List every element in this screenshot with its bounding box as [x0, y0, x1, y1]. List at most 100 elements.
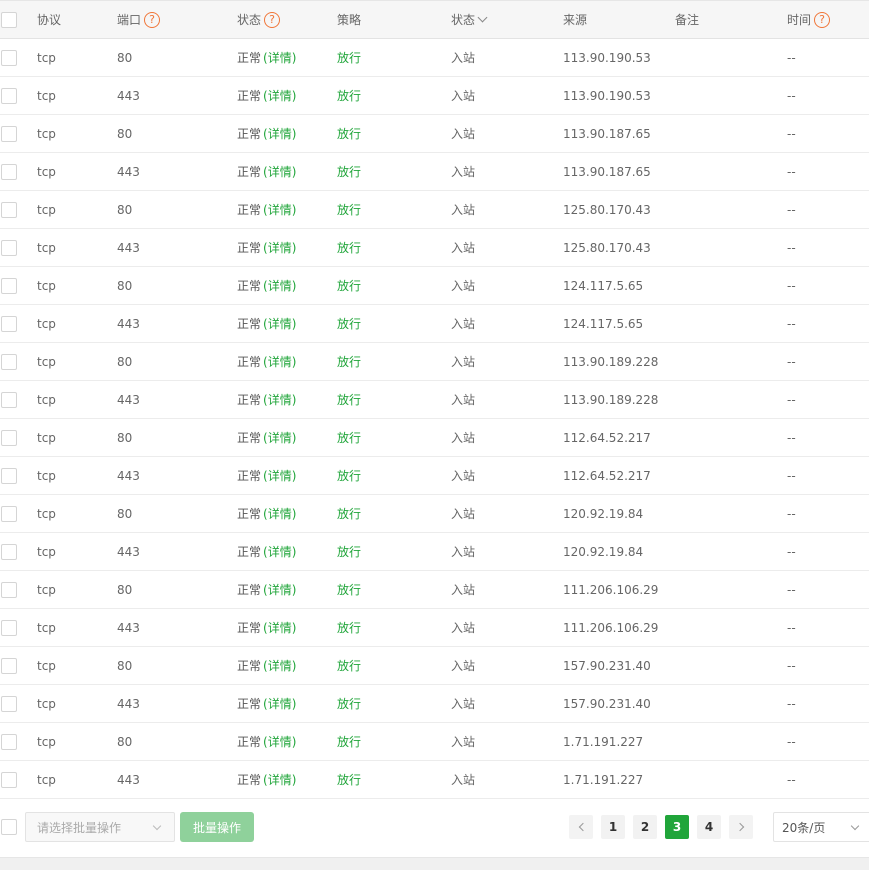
detail-link[interactable]: (详情)	[263, 391, 296, 408]
row-select[interactable]	[1, 647, 17, 684]
row-port: 80	[117, 582, 133, 597]
detail-link[interactable]: (详情)	[263, 315, 296, 332]
detail-link[interactable]: (详情)	[263, 619, 296, 636]
row-checkbox[interactable]	[1, 581, 17, 598]
row-select[interactable]	[1, 39, 17, 76]
row-select[interactable]	[1, 191, 17, 228]
row-checkbox[interactable]	[1, 771, 17, 788]
row-select[interactable]	[1, 685, 17, 722]
row-checkbox[interactable]	[1, 353, 17, 370]
status-text: 正常	[237, 431, 262, 445]
row-select[interactable]	[1, 609, 17, 646]
header-status: 状态?	[237, 1, 281, 38]
header-policy: 策略	[337, 13, 362, 27]
footer-select-checkbox[interactable]	[1, 819, 17, 835]
row-checkbox[interactable]	[1, 163, 17, 180]
row-checkbox[interactable]	[1, 49, 17, 66]
detail-link[interactable]: (详情)	[263, 87, 296, 104]
row-protocol: tcp	[37, 316, 56, 331]
row-policy: 放行	[337, 545, 362, 559]
row-select[interactable]	[1, 153, 17, 190]
row-select[interactable]	[1, 343, 17, 380]
detail-link[interactable]: (详情)	[263, 163, 296, 180]
row-select[interactable]	[1, 77, 17, 114]
detail-link[interactable]: (详情)	[263, 543, 296, 560]
detail-link[interactable]: (详情)	[263, 429, 296, 446]
row-policy: 放行	[337, 621, 362, 635]
row-direction: 入站	[451, 583, 476, 597]
select-all-checkbox[interactable]	[1, 11, 17, 28]
row-checkbox[interactable]	[1, 391, 17, 408]
row-checkbox[interactable]	[1, 277, 17, 294]
header-select-all[interactable]	[1, 1, 17, 38]
question-circle-icon[interactable]: ?	[264, 11, 281, 28]
row-checkbox[interactable]	[1, 315, 17, 332]
chevron-left-icon	[578, 822, 587, 832]
table-row: tcp 443 正常 (详情) 放行 入站 124.117.5.65 --	[0, 305, 869, 343]
page-size-value: 20条/页	[782, 820, 826, 835]
row-port: 443	[117, 240, 140, 255]
detail-link[interactable]: (详情)	[263, 657, 296, 674]
question-circle-icon[interactable]: ?	[814, 11, 831, 28]
row-select[interactable]	[1, 533, 17, 570]
row-checkbox[interactable]	[1, 239, 17, 256]
question-circle-icon[interactable]: ?	[144, 11, 161, 28]
row-select[interactable]	[1, 495, 17, 532]
batch-operation-button[interactable]: 批量操作	[180, 812, 254, 842]
row-checkbox[interactable]	[1, 467, 17, 484]
detail-link[interactable]: (详情)	[263, 733, 296, 750]
row-select[interactable]	[1, 267, 17, 304]
row-select[interactable]	[1, 723, 17, 760]
row-checkbox[interactable]	[1, 733, 17, 750]
row-select[interactable]	[1, 115, 17, 152]
detail-link[interactable]: (详情)	[263, 695, 296, 712]
row-checkbox[interactable]	[1, 695, 17, 712]
next-page-button[interactable]	[729, 815, 753, 839]
page-2-button[interactable]: 2	[633, 815, 657, 839]
detail-link[interactable]: (详情)	[263, 201, 296, 218]
row-checkbox[interactable]	[1, 87, 17, 104]
row-port: 443	[117, 88, 140, 103]
detail-link[interactable]: (详情)	[263, 771, 296, 788]
prev-page-button[interactable]	[569, 815, 593, 839]
detail-link[interactable]: (详情)	[263, 49, 296, 66]
page-size-select[interactable]: 20条/页	[773, 812, 869, 842]
row-port: 80	[117, 506, 133, 521]
table-row: tcp 80 正常 (详情) 放行 入站 113.90.187.65 --	[0, 115, 869, 153]
row-time: --	[787, 734, 796, 749]
detail-link[interactable]: (详情)	[263, 277, 296, 294]
row-select[interactable]	[1, 457, 17, 494]
row-status: 正常 (详情)	[237, 305, 296, 342]
page-4-button[interactable]: 4	[697, 815, 721, 839]
row-select[interactable]	[1, 305, 17, 342]
row-direction: 入站	[451, 621, 476, 635]
row-select[interactable]	[1, 571, 17, 608]
page-3-button[interactable]: 3	[665, 815, 689, 839]
row-checkbox[interactable]	[1, 125, 17, 142]
row-select[interactable]	[1, 419, 17, 456]
table-row: tcp 80 正常 (详情) 放行 入站 113.90.189.228 --	[0, 343, 869, 381]
row-checkbox[interactable]	[1, 201, 17, 218]
row-time: --	[787, 88, 796, 103]
row-checkbox[interactable]	[1, 543, 17, 560]
detail-link[interactable]: (详情)	[263, 239, 296, 256]
row-policy: 放行	[337, 583, 362, 597]
header-direction[interactable]: 状态	[451, 1, 488, 38]
chevron-down-icon[interactable]	[477, 12, 488, 23]
row-checkbox[interactable]	[1, 505, 17, 522]
batch-operation-select[interactable]: 请选择批量操作	[25, 812, 175, 842]
detail-link[interactable]: (详情)	[263, 505, 296, 522]
detail-link[interactable]: (详情)	[263, 467, 296, 484]
row-checkbox[interactable]	[1, 657, 17, 674]
row-select[interactable]	[1, 229, 17, 266]
detail-link[interactable]: (详情)	[263, 353, 296, 370]
page-1-button[interactable]: 1	[601, 815, 625, 839]
header-remark: 备注	[675, 13, 700, 27]
row-select[interactable]	[1, 381, 17, 418]
row-source: 1.71.191.227	[563, 772, 644, 787]
detail-link[interactable]: (详情)	[263, 581, 296, 598]
row-checkbox[interactable]	[1, 619, 17, 636]
row-select[interactable]	[1, 761, 17, 798]
row-checkbox[interactable]	[1, 429, 17, 446]
detail-link[interactable]: (详情)	[263, 125, 296, 142]
